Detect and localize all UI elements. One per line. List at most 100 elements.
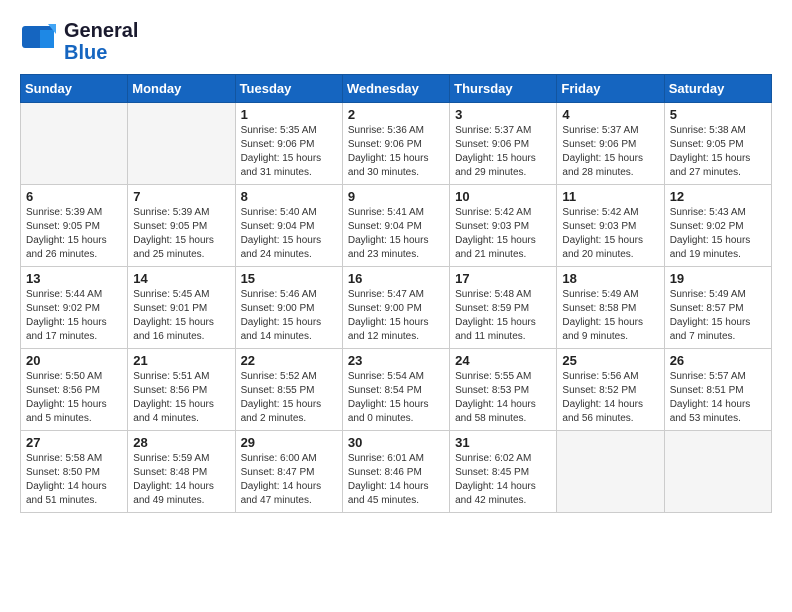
calendar-cell: 10 Sunrise: 5:42 AM Sunset: 9:03 PM Dayli… bbox=[450, 185, 557, 267]
calendar-cell: 4 Sunrise: 5:37 AM Sunset: 9:06 PM Daylig… bbox=[557, 103, 664, 185]
day-number: 17 bbox=[455, 271, 551, 286]
day-number: 19 bbox=[670, 271, 766, 286]
cell-content: Sunrise: 5:50 AM Sunset: 8:56 PM Dayligh… bbox=[26, 370, 122, 426]
calendar-cell: 22 Sunrise: 5:52 AM Sunset: 8:55 PM Dayli… bbox=[235, 349, 342, 431]
calendar-cell: 26Sunrise: 5:57 AM Sunset: 8:51 PM Dayli… bbox=[664, 349, 771, 431]
day-number: 5 bbox=[670, 107, 766, 122]
calendar-cell bbox=[21, 103, 128, 185]
calendar-table: SundayMondayTuesdayWednesdayThursdayFrid… bbox=[20, 74, 772, 513]
day-number: 12 bbox=[670, 189, 766, 204]
calendar-header-row: SundayMondayTuesdayWednesdayThursdayFrid… bbox=[21, 75, 772, 103]
calendar-cell: 6Sunrise: 5:39 AM Sunset: 9:05 PM Daylig… bbox=[21, 185, 128, 267]
cell-content: Sunrise: 5:38 AM Sunset: 9:05 PM Dayligh… bbox=[670, 124, 766, 180]
cell-content: Sunrise: 5:59 AM Sunset: 8:48 PM Dayligh… bbox=[133, 452, 229, 508]
calendar-cell: 13 Sunrise: 5:44 AM Sunset: 9:02 PM Dayli… bbox=[21, 267, 128, 349]
calendar-cell: 9 Sunrise: 5:41 AM Sunset: 9:04 PM Daylig… bbox=[342, 185, 449, 267]
cell-content: Sunrise: 5:36 AM Sunset: 9:06 PM Dayligh… bbox=[348, 124, 444, 180]
weekday-header: Tuesday bbox=[235, 75, 342, 103]
cell-content: Sunrise: 5:44 AM Sunset: 9:02 PM Dayligh… bbox=[26, 288, 122, 344]
cell-content: Sunrise: 5:56 AM Sunset: 8:52 PM Dayligh… bbox=[562, 370, 658, 426]
cell-content: Sunrise: 5:39 AM Sunset: 9:05 PM Dayligh… bbox=[26, 206, 122, 262]
calendar-cell: 21 Sunrise: 5:51 AM Sunset: 8:56 PM Dayli… bbox=[128, 349, 235, 431]
weekday-header: Friday bbox=[557, 75, 664, 103]
day-number: 20 bbox=[26, 353, 122, 368]
cell-content: Sunrise: 5:49 AM Sunset: 8:57 PM Dayligh… bbox=[670, 288, 766, 344]
cell-content: Sunrise: 5:58 AM Sunset: 8:50 PM Dayligh… bbox=[26, 452, 122, 508]
calendar-cell: 5 Sunrise: 5:38 AM Sunset: 9:05 PM Daylig… bbox=[664, 103, 771, 185]
cell-content: Sunrise: 5:55 AM Sunset: 8:53 PM Dayligh… bbox=[455, 370, 551, 426]
day-number: 13 bbox=[26, 271, 122, 286]
cell-content: Sunrise: 5:51 AM Sunset: 8:56 PM Dayligh… bbox=[133, 370, 229, 426]
cell-content: Sunrise: 5:42 AM Sunset: 9:03 PM Dayligh… bbox=[562, 206, 658, 262]
calendar-week-row: 13 Sunrise: 5:44 AM Sunset: 9:02 PM Dayli… bbox=[21, 267, 772, 349]
day-number: 28 bbox=[133, 435, 229, 450]
calendar-cell: 27 Sunrise: 5:58 AM Sunset: 8:50 PM Dayli… bbox=[21, 431, 128, 513]
cell-content: Sunrise: 5:43 AM Sunset: 9:02 PM Dayligh… bbox=[670, 206, 766, 262]
day-number: 25 bbox=[562, 353, 658, 368]
cell-content: Sunrise: 5:52 AM Sunset: 8:55 PM Dayligh… bbox=[241, 370, 337, 426]
day-number: 31 bbox=[455, 435, 551, 450]
calendar-cell: 14 Sunrise: 5:45 AM Sunset: 9:01 PM Dayli… bbox=[128, 267, 235, 349]
weekday-header: Monday bbox=[128, 75, 235, 103]
calendar-cell: 25 Sunrise: 5:56 AM Sunset: 8:52 PM Dayli… bbox=[557, 349, 664, 431]
cell-content: Sunrise: 6:00 AM Sunset: 8:47 PM Dayligh… bbox=[241, 452, 337, 508]
weekday-header: Wednesday bbox=[342, 75, 449, 103]
day-number: 3 bbox=[455, 107, 551, 122]
calendar-week-row: 1Sunrise: 5:35 AM Sunset: 9:06 PM Daylig… bbox=[21, 103, 772, 185]
day-number: 10 bbox=[455, 189, 551, 204]
day-number: 29 bbox=[241, 435, 337, 450]
cell-content: Sunrise: 5:37 AM Sunset: 9:06 PM Dayligh… bbox=[455, 124, 551, 180]
day-number: 27 bbox=[26, 435, 122, 450]
page-header: General Blue bbox=[20, 20, 772, 64]
cell-content: Sunrise: 5:41 AM Sunset: 9:04 PM Dayligh… bbox=[348, 206, 444, 262]
calendar-cell: 1Sunrise: 5:35 AM Sunset: 9:06 PM Daylig… bbox=[235, 103, 342, 185]
calendar-week-row: 27 Sunrise: 5:58 AM Sunset: 8:50 PM Dayli… bbox=[21, 431, 772, 513]
day-number: 9 bbox=[348, 189, 444, 204]
calendar-week-row: 20 Sunrise: 5:50 AM Sunset: 8:56 PM Dayli… bbox=[21, 349, 772, 431]
day-number: 30 bbox=[348, 435, 444, 450]
calendar-cell: 12 Sunrise: 5:43 AM Sunset: 9:02 PM Dayli… bbox=[664, 185, 771, 267]
day-number: 18 bbox=[562, 271, 658, 286]
calendar-week-row: 6Sunrise: 5:39 AM Sunset: 9:05 PM Daylig… bbox=[21, 185, 772, 267]
day-number: 23 bbox=[348, 353, 444, 368]
day-number: 4 bbox=[562, 107, 658, 122]
weekday-header: Saturday bbox=[664, 75, 771, 103]
logo-line1: General bbox=[64, 20, 138, 42]
day-number: 21 bbox=[133, 353, 229, 368]
cell-content: Sunrise: 5:39 AM Sunset: 9:05 PM Dayligh… bbox=[133, 206, 229, 262]
day-number: 16 bbox=[348, 271, 444, 286]
calendar-cell: 2 Sunrise: 5:36 AM Sunset: 9:06 PM Daylig… bbox=[342, 103, 449, 185]
calendar-cell bbox=[128, 103, 235, 185]
calendar-cell bbox=[557, 431, 664, 513]
calendar-cell: 3 Sunrise: 5:37 AM Sunset: 9:06 PM Daylig… bbox=[450, 103, 557, 185]
cell-content: Sunrise: 5:49 AM Sunset: 8:58 PM Dayligh… bbox=[562, 288, 658, 344]
cell-content: Sunrise: 5:48 AM Sunset: 8:59 PM Dayligh… bbox=[455, 288, 551, 344]
logo-icon bbox=[20, 24, 56, 60]
logo: General Blue bbox=[20, 20, 138, 64]
calendar-cell: 15Sunrise: 5:46 AM Sunset: 9:00 PM Dayli… bbox=[235, 267, 342, 349]
calendar-cell: 17 Sunrise: 5:48 AM Sunset: 8:59 PM Dayli… bbox=[450, 267, 557, 349]
weekday-header: Sunday bbox=[21, 75, 128, 103]
calendar-cell: 30Sunrise: 6:01 AM Sunset: 8:46 PM Dayli… bbox=[342, 431, 449, 513]
logo-line2: Blue bbox=[64, 42, 138, 64]
calendar-cell: 19 Sunrise: 5:49 AM Sunset: 8:57 PM Dayli… bbox=[664, 267, 771, 349]
day-number: 14 bbox=[133, 271, 229, 286]
day-number: 1 bbox=[241, 107, 337, 122]
cell-content: Sunrise: 5:42 AM Sunset: 9:03 PM Dayligh… bbox=[455, 206, 551, 262]
day-number: 22 bbox=[241, 353, 337, 368]
day-number: 2 bbox=[348, 107, 444, 122]
calendar-cell: 31Sunrise: 6:02 AM Sunset: 8:45 PM Dayli… bbox=[450, 431, 557, 513]
day-number: 26 bbox=[670, 353, 766, 368]
calendar-cell: 11Sunrise: 5:42 AM Sunset: 9:03 PM Dayli… bbox=[557, 185, 664, 267]
cell-content: Sunrise: 5:37 AM Sunset: 9:06 PM Dayligh… bbox=[562, 124, 658, 180]
calendar-cell: 7 Sunrise: 5:39 AM Sunset: 9:05 PM Daylig… bbox=[128, 185, 235, 267]
cell-content: Sunrise: 5:54 AM Sunset: 8:54 PM Dayligh… bbox=[348, 370, 444, 426]
day-number: 7 bbox=[133, 189, 229, 204]
calendar-cell: 23 Sunrise: 5:54 AM Sunset: 8:54 PM Dayli… bbox=[342, 349, 449, 431]
cell-content: Sunrise: 5:46 AM Sunset: 9:00 PM Dayligh… bbox=[241, 288, 337, 344]
cell-content: Sunrise: 5:47 AM Sunset: 9:00 PM Dayligh… bbox=[348, 288, 444, 344]
calendar-cell: 16 Sunrise: 5:47 AM Sunset: 9:00 PM Dayli… bbox=[342, 267, 449, 349]
weekday-header: Thursday bbox=[450, 75, 557, 103]
calendar-cell: 29 Sunrise: 6:00 AM Sunset: 8:47 PM Dayli… bbox=[235, 431, 342, 513]
cell-content: Sunrise: 5:45 AM Sunset: 9:01 PM Dayligh… bbox=[133, 288, 229, 344]
